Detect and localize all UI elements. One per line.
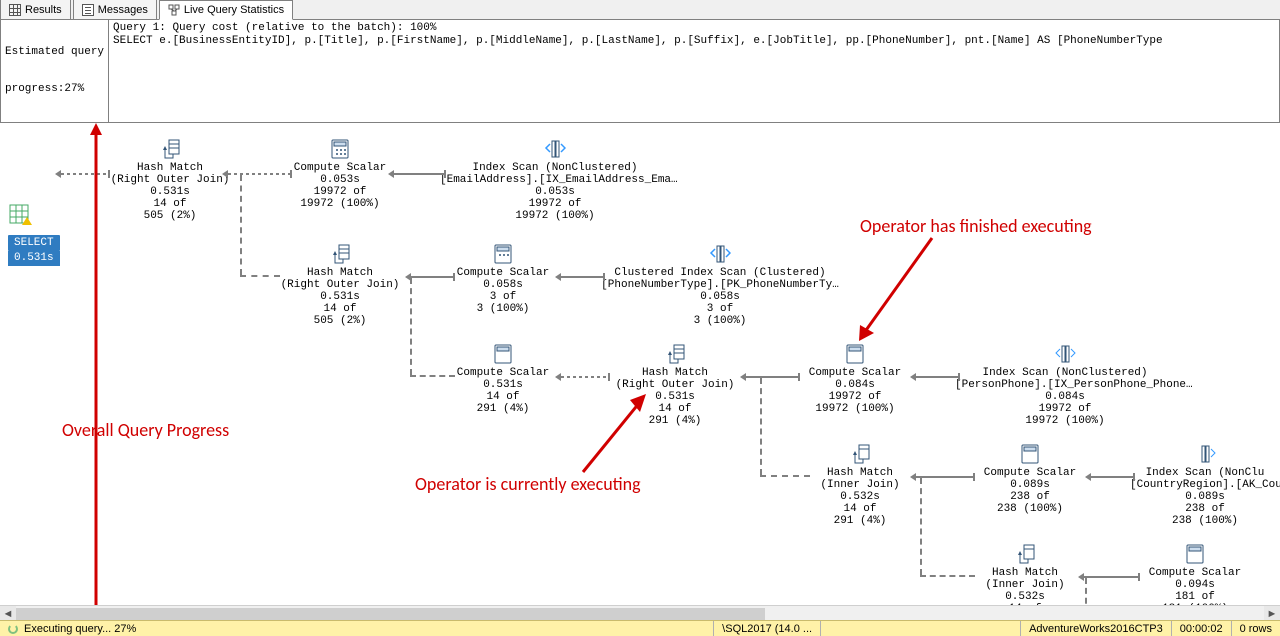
sql-line: SELECT e.[BusinessEntityID], p.[Title], … [113, 35, 1275, 48]
tab-live-query-stats[interactable]: Live Query Statistics [159, 0, 293, 20]
connector [920, 478, 922, 575]
select-time: 0.531s [8, 251, 60, 266]
result-tabs: Results Messages Live Query Statistics [0, 0, 1280, 20]
scroll-thumb[interactable] [16, 608, 765, 620]
connector [240, 175, 242, 275]
hash-match-icon [664, 343, 686, 365]
hash-match-icon [849, 443, 871, 465]
status-time: 00:00:02 [1171, 621, 1231, 636]
status-rows: 0 rows [1231, 621, 1280, 636]
spinner-icon [8, 624, 18, 634]
flow-arrow [910, 373, 960, 381]
hash-match-icon [329, 243, 351, 265]
status-db: AdventureWorks2016CTP3 [1020, 621, 1171, 636]
cost-line: Query 1: Query cost (relative to the bat… [113, 22, 1275, 35]
connector [240, 275, 280, 277]
annotation-arrow-executing [578, 390, 658, 483]
node-clustered-index-scan[interactable]: Clustered Index Scan (Clustered) [PhoneN… [600, 243, 840, 327]
select-label: SELECT [8, 235, 60, 251]
connector [410, 375, 455, 377]
flow-arrow [405, 273, 455, 281]
compute-scalar-icon [844, 343, 866, 365]
connector [760, 475, 810, 477]
node-hash-match-2[interactable]: Hash Match (Right Outer Join) 0.531s 14 … [275, 243, 405, 327]
progress-label: Estimated query [5, 46, 104, 59]
hash-match-icon [159, 138, 181, 160]
node-compute-scalar-2[interactable]: Compute Scalar 0.058s 3 of 3 (100%) [453, 243, 553, 315]
connector [760, 378, 762, 475]
flow-arrow [740, 373, 800, 381]
live-stats-icon [168, 4, 180, 16]
connector [410, 278, 412, 375]
flow-arrow [388, 170, 446, 178]
node-compute-scalar-4[interactable]: Compute Scalar 0.084s 19972 of 19972 (10… [800, 343, 910, 415]
node-hash-match-4[interactable]: Hash Match (Inner Join) 0.532s 14 of 291… [810, 443, 910, 527]
tab-results-label: Results [25, 4, 62, 16]
node-index-scan-email[interactable]: Index Scan (NonClustered) [EmailAddress]… [440, 138, 670, 222]
flow-arrow [555, 273, 605, 281]
compute-scalar-icon [329, 138, 351, 160]
flow-arrow [1085, 473, 1135, 481]
execution-plan-canvas[interactable]: SELECT 0.531s Hash Match (Right Outer Jo… [0, 123, 1280, 636]
select-node[interactable]: SELECT 0.531s [8, 203, 60, 266]
clustered-index-scan-icon [709, 243, 731, 265]
flow-arrow [555, 373, 610, 381]
progress-value: progress:27% [5, 83, 104, 96]
flow-arrow [1078, 573, 1140, 581]
annotation-arrow-overall [86, 123, 106, 636]
tab-messages[interactable]: Messages [73, 0, 157, 19]
grid-icon [9, 4, 21, 16]
tab-messages-label: Messages [98, 4, 148, 16]
node-index-scan-personphone[interactable]: Index Scan (NonClustered) [PersonPhone].… [955, 343, 1175, 427]
flow-arrow [222, 170, 292, 178]
index-scan-icon [544, 138, 566, 160]
query-header: Estimated query progress:27% Query 1: Qu… [0, 20, 1280, 123]
warning-icon [22, 217, 32, 225]
node-compute-scalar-5[interactable]: Compute Scalar 0.089s 238 of 238 (100%) [975, 443, 1085, 515]
messages-icon [82, 4, 94, 16]
node-compute-scalar-3[interactable]: Compute Scalar 0.531s 14 of 291 (4%) [453, 343, 553, 415]
status-server: \SQL2017 (14.0 ... [713, 621, 820, 636]
compute-scalar-icon [1019, 443, 1041, 465]
tab-results[interactable]: Results [0, 0, 71, 19]
compute-scalar-icon [492, 343, 514, 365]
hash-match-icon [1014, 543, 1036, 565]
status-executing: Executing query... 27% [24, 623, 136, 635]
node-hash-match-1[interactable]: Hash Match (Right Outer Join) 0.531s 14 … [110, 138, 230, 222]
connector [920, 575, 975, 577]
node-index-scan-countryregion[interactable]: Index Scan (NonClu [CountryRegion].[AK_C… [1130, 443, 1280, 527]
index-scan-icon [1194, 443, 1216, 465]
horizontal-scrollbar[interactable]: ◄ ► [0, 605, 1280, 621]
status-bar: Executing query... 27% \SQL2017 (14.0 ..… [0, 620, 1280, 636]
tab-live-label: Live Query Statistics [184, 4, 284, 16]
node-compute-scalar-1[interactable]: Compute Scalar 0.053s 19972 of 19972 (10… [290, 138, 390, 210]
index-scan-icon [1054, 343, 1076, 365]
compute-scalar-icon [1184, 543, 1206, 565]
annotation-arrow-finished [852, 233, 942, 346]
compute-scalar-icon [492, 243, 514, 265]
